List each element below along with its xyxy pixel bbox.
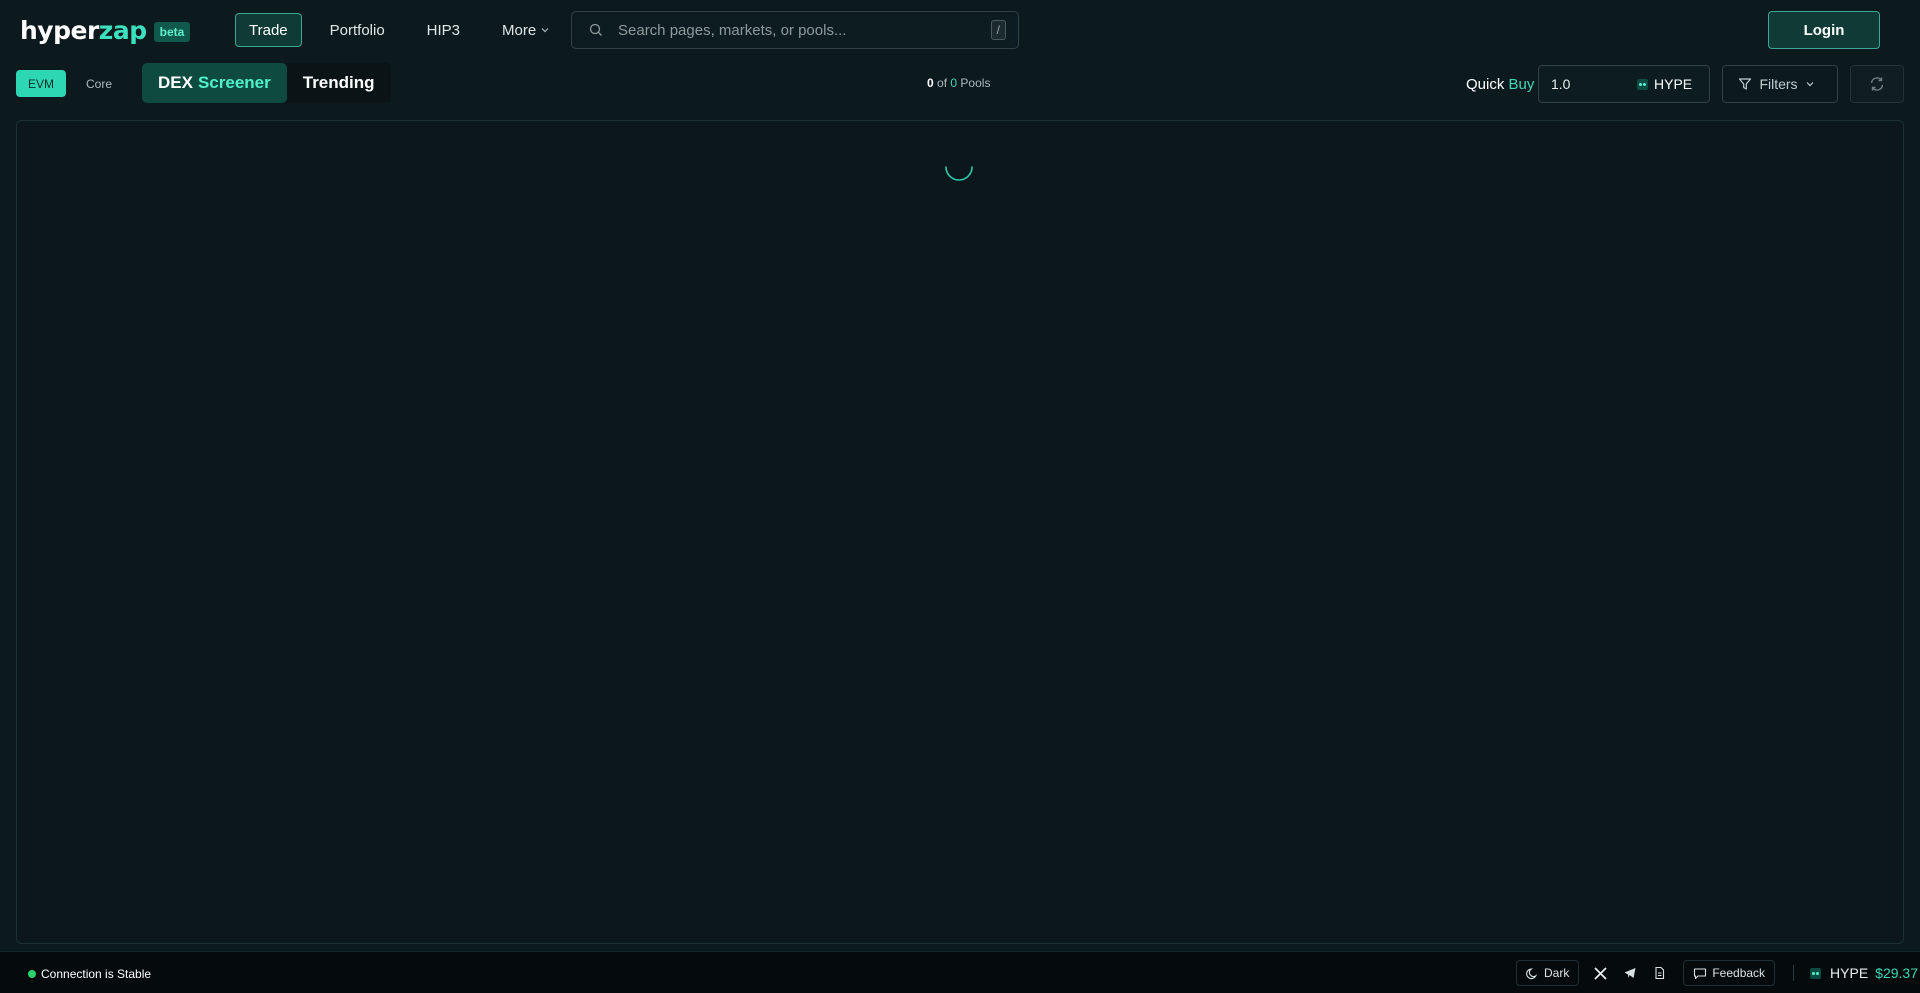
nav-item-more[interactable]: More xyxy=(488,13,564,47)
telegram-icon[interactable] xyxy=(1623,965,1639,981)
quick-buy-token: HYPE xyxy=(1637,76,1692,92)
pools-unit: Pools xyxy=(960,76,991,90)
nav-item-hip3[interactable]: HIP3 xyxy=(413,13,474,47)
footer-divider xyxy=(1793,965,1795,981)
search-icon xyxy=(588,22,604,38)
login-button[interactable]: Login xyxy=(1768,11,1880,49)
tab-trending[interactable]: Trending xyxy=(287,63,391,103)
refresh-button[interactable] xyxy=(1850,65,1904,103)
connection-status: Connection is Stable xyxy=(28,967,151,981)
price-token-label: HYPE xyxy=(1830,965,1869,981)
connection-status-label: Connection is Stable xyxy=(41,967,152,981)
tab-dex-screener[interactable]: DEX Screener xyxy=(142,63,287,103)
hype-price: HYPE $29.37 xyxy=(1810,965,1918,981)
pool-count: 0 of 0 Pools xyxy=(927,76,990,90)
hype-token-icon xyxy=(1810,967,1822,979)
quick-buy-amount-box: HYPE xyxy=(1538,65,1710,103)
search-bar: / xyxy=(571,11,1019,49)
logo[interactable]: hyperzap beta xyxy=(20,16,191,45)
chat-icon xyxy=(1694,967,1707,979)
nav-item-portfolio[interactable]: Portfolio xyxy=(316,13,399,47)
tab-screener-label: Screener xyxy=(197,73,271,92)
quick-buy-label: Quick Buy xyxy=(1466,76,1535,93)
hype-token-icon xyxy=(1637,78,1648,90)
filter-icon xyxy=(1739,78,1752,90)
nav-item-label: More xyxy=(502,21,537,39)
beta-badge: beta xyxy=(153,22,191,42)
top-bar: hyperzap beta Trade Portfolio HIP3 More … xyxy=(0,0,1920,60)
moon-icon xyxy=(1526,967,1538,979)
feedback-button[interactable]: Feedback xyxy=(1683,960,1776,986)
search-shortcut-key: / xyxy=(990,20,1006,40)
theme-toggle-button[interactable]: Dark xyxy=(1516,960,1580,986)
document-icon[interactable] xyxy=(1653,965,1669,981)
pools-total: 0 xyxy=(950,76,958,90)
nav-item-label: Portfolio xyxy=(329,21,385,39)
main-nav: Trade Portfolio HIP3 More xyxy=(235,13,578,47)
logo-text: hyperzap xyxy=(20,16,147,45)
refresh-icon xyxy=(1870,77,1884,91)
loading-spinner xyxy=(945,166,973,181)
price-value: $29.37 xyxy=(1875,965,1918,981)
chain-option-evm[interactable]: EVM xyxy=(16,70,67,97)
nav-item-trade[interactable]: Trade xyxy=(235,13,302,47)
chevron-down-icon xyxy=(540,22,550,39)
chevron-down-icon xyxy=(1805,76,1822,92)
chain-toggle: EVM Core xyxy=(16,70,132,97)
theme-label: Dark xyxy=(1544,966,1570,980)
pools-shown: 0 xyxy=(927,76,934,90)
feedback-label: Feedback xyxy=(1712,966,1766,980)
tab-dex-label: DEX xyxy=(158,73,193,92)
search-input[interactable] xyxy=(618,21,978,39)
pools-of-label: of xyxy=(937,76,948,90)
quick-buy-amount-input[interactable] xyxy=(1551,76,1631,92)
chain-option-core[interactable]: Core xyxy=(74,70,124,97)
x-logo-icon[interactable] xyxy=(1593,965,1609,981)
toolbar: EVM Core DEX Screener Trending 0 of 0 Poo… xyxy=(0,60,1920,120)
status-dot xyxy=(28,970,36,978)
quick-buy-token-label: HYPE xyxy=(1654,76,1693,92)
nav-item-label: Trade xyxy=(249,21,288,39)
footer-actions: Dark Feedback HYPE $29.37 xyxy=(1516,960,1918,986)
footer: Connection is Stable Dark Feedback HYPE … xyxy=(0,951,1920,993)
filters-label: Filters xyxy=(1759,76,1798,92)
filters-button[interactable]: Filters xyxy=(1722,65,1838,103)
pools-table-panel xyxy=(16,120,1904,944)
nav-item-label: HIP3 xyxy=(426,21,461,39)
screener-tabs: DEX Screener Trending xyxy=(142,63,391,103)
